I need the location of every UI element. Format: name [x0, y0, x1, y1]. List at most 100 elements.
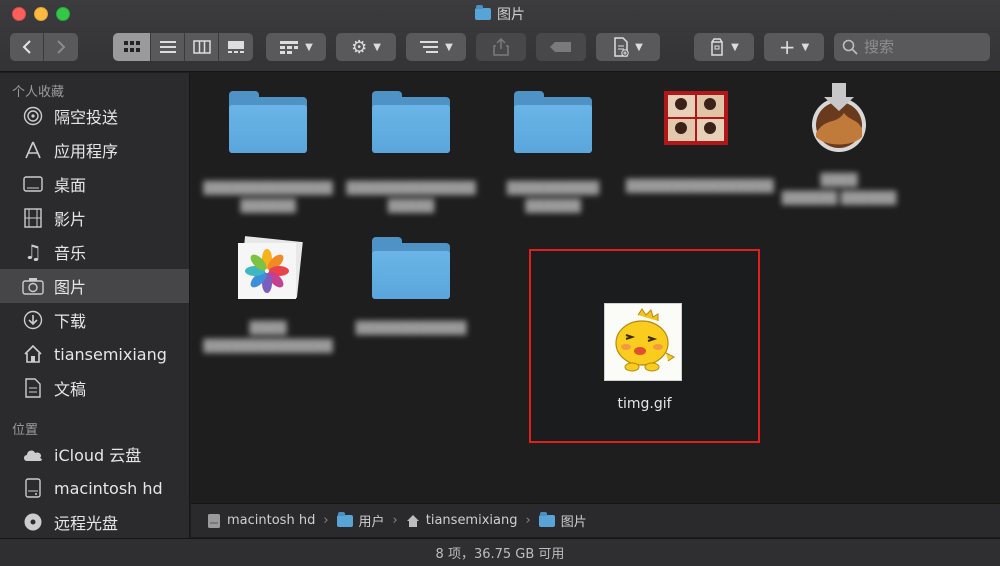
hard-drive-icon — [208, 513, 220, 528]
toolbar: 图片 ▼ ⚙ ▼ ▼ ▼ ▼ + ▼ 搜索 — [0, 0, 1000, 72]
forward-button[interactable] — [44, 33, 78, 61]
blurred-filename: ████████████████ — [626, 179, 774, 193]
folder-item[interactable]: ██████████ ██████ — [483, 91, 623, 215]
chevron-down-icon: ▼ — [801, 41, 810, 53]
pictures-icon — [22, 275, 44, 297]
blurred-filename: ██████████████ ██████ — [203, 181, 333, 213]
icon-view-icon — [123, 41, 140, 52]
sidebar-item-pictures[interactable]: 图片 — [0, 269, 189, 303]
chevron-down-icon: ▼ — [635, 41, 643, 53]
breadcrumb-label: 图片 — [560, 515, 587, 530]
movies-icon — [22, 207, 44, 229]
icon-view-button[interactable] — [113, 33, 151, 61]
add-button[interactable]: + ▼ — [764, 33, 824, 61]
file-grid: ██████████████ ██████ ██████████████ █████… — [191, 73, 1000, 503]
gear-icon: ⚙ — [351, 36, 368, 58]
sidebar-item-icloud[interactable]: iCloud 云盘 — [0, 437, 189, 471]
sidebar-item-applications[interactable]: 应用程序 — [0, 133, 189, 167]
sidebar-item-label: 音乐 — [54, 244, 87, 263]
breadcrumb-item[interactable]: macintosh hd — [207, 513, 315, 529]
sidebar-item-macintosh-hd[interactable]: macintosh hd — [0, 471, 189, 505]
music-icon: ♫ — [24, 240, 42, 264]
sidebar-item-label: iCloud 云盘 — [54, 446, 142, 465]
breadcrumb-label: 用户 — [358, 515, 385, 530]
blurred-filename: ████████████████ — [506, 181, 600, 213]
gallery-view-icon — [228, 41, 244, 53]
finder-window: 图片 ▼ ⚙ ▼ ▼ ▼ ▼ + ▼ 搜索 个人收藏 隔空投送 应用程序 桌面 … — [0, 0, 1000, 566]
folder-icon — [538, 511, 555, 527]
breadcrumb-item[interactable]: 用户 — [336, 511, 385, 530]
back-button[interactable] — [10, 33, 44, 61]
sidebar-item-remote-disc[interactable]: 远程光盘 — [0, 505, 189, 539]
sidebar-item-airdrop[interactable]: 隔空投送 — [0, 99, 189, 133]
sidebar-item-home[interactable]: tiansemixiang — [0, 337, 189, 371]
share-button[interactable] — [476, 33, 526, 61]
list-view-icon — [159, 41, 176, 53]
new-document-button[interactable]: ▼ — [596, 33, 660, 61]
status-text: 8 项，36.75 GB 可用 — [435, 547, 565, 562]
blurred-filename: ████████████ — [355, 321, 467, 335]
installer-item[interactable]: ████ ██████ ██████ — [769, 81, 909, 207]
plus-icon: + — [778, 35, 796, 59]
chevron-down-icon: ▼ — [373, 41, 381, 53]
sidebar-item-documents[interactable]: 文稿 — [0, 371, 189, 405]
window-title-text: 图片 — [497, 7, 525, 23]
photo-booth-item[interactable]: ████████████████ — [626, 87, 774, 195]
column-view-button[interactable] — [185, 33, 219, 61]
sidebar-item-label: 隔空投送 — [54, 108, 119, 127]
window-title: 图片 — [0, 4, 1000, 24]
sidebar-item-label: 图片 — [54, 278, 87, 297]
sidebar-item-label: 应用程序 — [54, 142, 119, 161]
photos-library-icon — [238, 236, 303, 299]
chevron-down-icon: ▼ — [731, 41, 739, 53]
folder-item[interactable]: ██████████████ █████ — [341, 91, 481, 215]
group-button[interactable]: ▼ — [266, 33, 326, 61]
folder-icon — [372, 237, 450, 299]
search-icon — [842, 39, 858, 55]
chevron-down-icon: ▼ — [445, 41, 453, 53]
status-bar: 8 项，36.75 GB 可用 — [0, 538, 1000, 566]
breadcrumb-item[interactable]: 图片 — [538, 511, 587, 530]
blurred-filename: ████ ██████████████ — [203, 321, 333, 353]
sidebar-item-desktop[interactable]: 桌面 — [0, 167, 189, 201]
folder-item[interactable]: ██████████████ ██████ — [198, 91, 338, 215]
folder-icon — [336, 511, 353, 527]
breadcrumb-separator: › — [323, 513, 329, 528]
tags-button[interactable] — [536, 33, 586, 61]
folder-item[interactable]: ████████████ — [341, 237, 481, 337]
favorites-heading: 个人收藏 — [12, 85, 65, 100]
home-icon — [22, 343, 44, 365]
sidebar-item-label: 下载 — [54, 312, 87, 331]
gallery-view-button[interactable] — [219, 33, 253, 61]
archive-button[interactable]: ▼ — [694, 33, 754, 61]
path-bar: macintosh hd › 用户 › tiansemixiang › 图片 — [191, 503, 1000, 537]
share-icon — [493, 38, 509, 56]
sidebar-item-music[interactable]: ♫ 音乐 — [0, 235, 189, 269]
breadcrumb-item[interactable]: tiansemixiang — [406, 513, 518, 528]
folder-icon — [372, 91, 450, 153]
search-input[interactable] — [864, 38, 984, 56]
list-view-button[interactable] — [151, 33, 185, 61]
blurred-filename: ██████████████ █████ — [346, 181, 476, 213]
dinosaur-sticker-icon — [615, 308, 675, 372]
disc-icon — [22, 511, 44, 533]
sidebar-item-downloads[interactable]: 下载 — [0, 303, 189, 337]
photos-library-item[interactable]: ████ ██████████████ — [198, 235, 338, 355]
breadcrumb-label: tiansemixiang — [425, 513, 518, 528]
arrange-button[interactable]: ▼ — [406, 33, 466, 61]
selected-file-highlight[interactable]: timg.gif — [529, 249, 760, 443]
search-field[interactable] — [834, 33, 990, 61]
breadcrumb-separator: › — [392, 513, 398, 528]
sidebar-item-label: 桌面 — [54, 176, 87, 195]
document-add-icon — [614, 37, 629, 57]
breadcrumb-separator: › — [525, 513, 531, 528]
sidebar: 个人收藏 隔空投送 应用程序 桌面 影片 ♫ 音乐 图片 下载 tiansemi… — [0, 73, 190, 539]
action-button[interactable]: ⚙ ▼ — [336, 33, 396, 61]
sidebar-item-movies[interactable]: 影片 — [0, 201, 189, 235]
hard-drive-icon — [22, 477, 44, 499]
chevron-down-icon: ▼ — [305, 41, 313, 53]
folder-icon — [229, 91, 307, 153]
gif-thumbnail — [604, 303, 682, 381]
blurred-filename: ████ ██████ ██████ — [781, 173, 897, 205]
sidebar-item-label: 文稿 — [54, 380, 87, 399]
